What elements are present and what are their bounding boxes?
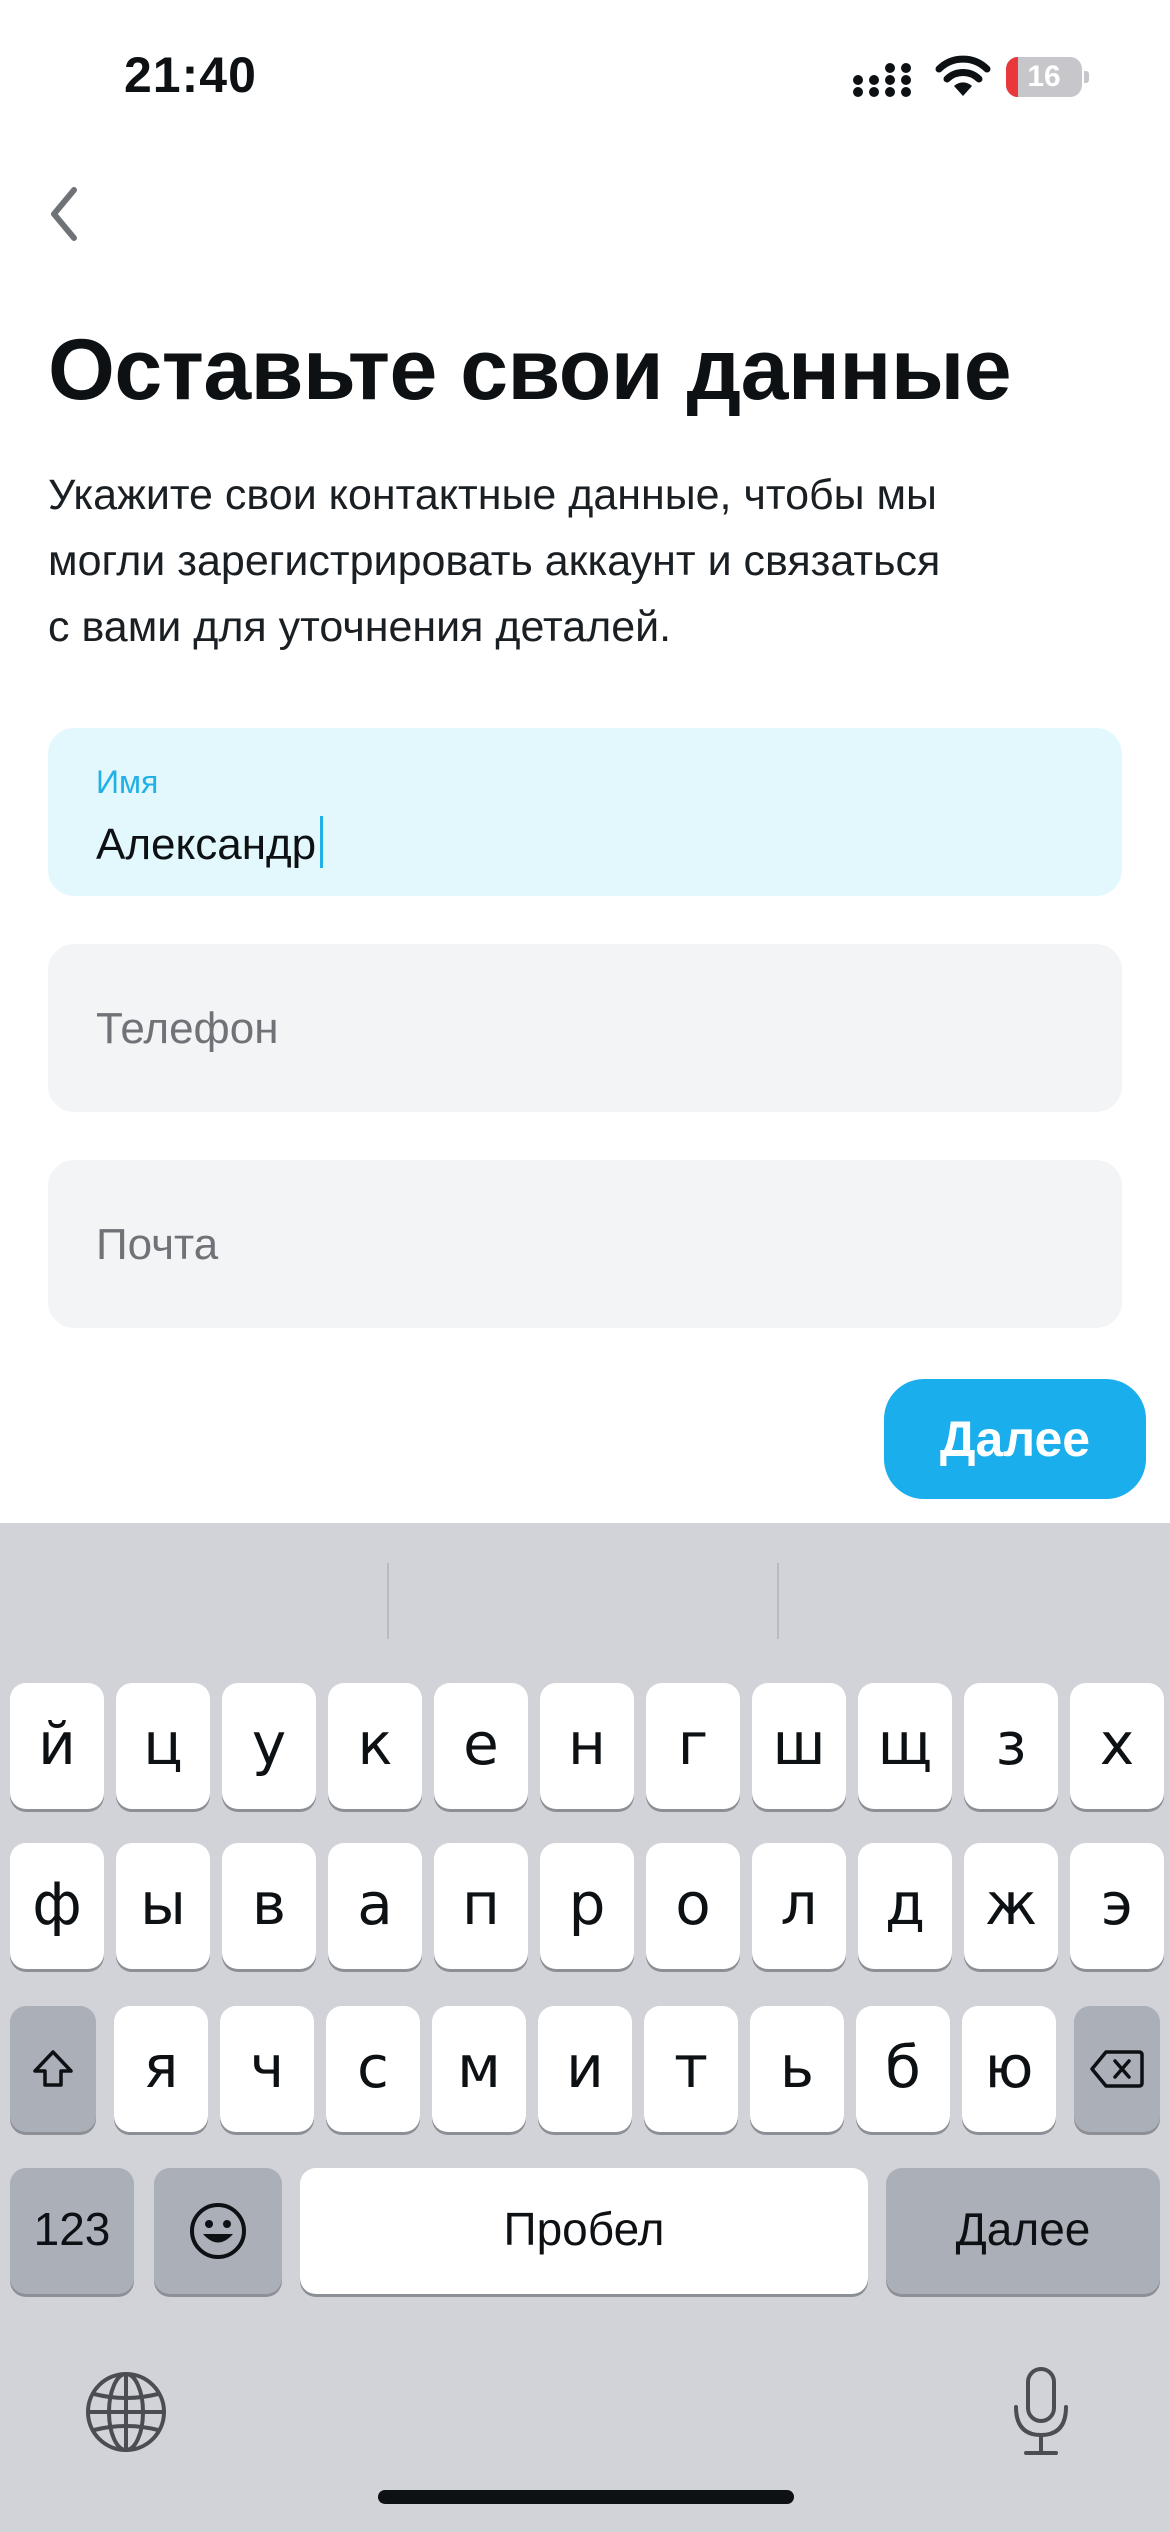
status-bar: 21:40 16 (0, 0, 1170, 150)
text-caret (320, 816, 323, 868)
wifi-icon (935, 55, 991, 96)
key-б[interactable]: б (856, 2006, 950, 2132)
key-ф[interactable]: ф (10, 1843, 104, 1969)
key-ю[interactable]: ю (962, 2006, 1056, 2132)
shift-icon (33, 2050, 73, 2087)
suggestion-divider (387, 1563, 389, 1639)
keyboard: йцукенгшщзх фывапролджэ ячсмитьбю 123 Проб… (0, 1523, 1170, 2532)
key-ь[interactable]: ь (750, 2006, 844, 2132)
key-з[interactable]: з (964, 1683, 1058, 1809)
key-п[interactable]: п (434, 1843, 528, 1969)
battery-level: 16 (1027, 60, 1061, 93)
suggestion-divider (777, 1563, 779, 1639)
battery-icon: 16 (1006, 57, 1090, 97)
backspace-key[interactable] (1074, 2006, 1160, 2132)
key-т[interactable]: т (644, 2006, 738, 2132)
key-э[interactable]: э (1070, 1843, 1164, 1969)
space-key[interactable]: Пробел (300, 2168, 868, 2294)
subtitle-line-3: с вами для уточнения деталей. (48, 603, 672, 651)
backspace-icon (1090, 2050, 1144, 2088)
key-р[interactable]: р (540, 1843, 634, 1969)
page-subtitle: Укажите свои контактные данные, чтобы мы… (48, 462, 1128, 660)
status-time: 21:40 (124, 47, 257, 103)
name-field[interactable]: Имя Александр (48, 728, 1122, 896)
email-field[interactable]: Почта (48, 1160, 1122, 1328)
next-button[interactable]: Далее (884, 1379, 1146, 1499)
key-о[interactable]: о (646, 1843, 740, 1969)
key-к[interactable]: к (328, 1683, 422, 1809)
globe-icon[interactable] (84, 2370, 168, 2454)
microphone-icon[interactable] (1006, 2365, 1076, 2459)
key-х[interactable]: х (1070, 1683, 1164, 1809)
key-ц[interactable]: ц (116, 1683, 210, 1809)
emoji-key[interactable] (154, 2168, 282, 2294)
back-button[interactable] (36, 176, 100, 252)
key-е[interactable]: е (434, 1683, 528, 1809)
name-field-value[interactable]: Александр (96, 820, 316, 870)
key-н[interactable]: н (540, 1683, 634, 1809)
key-щ[interactable]: щ (858, 1683, 952, 1809)
key-ч[interactable]: ч (220, 2006, 314, 2132)
key-д[interactable]: д (858, 1843, 952, 1969)
email-field-placeholder: Почта (96, 1220, 219, 1269)
phone-field-placeholder: Телефон (96, 1004, 279, 1053)
key-в[interactable]: в (222, 1843, 316, 1969)
emoji-icon (190, 2203, 246, 2259)
shift-key[interactable] (10, 2006, 96, 2132)
key-й[interactable]: й (10, 1683, 104, 1809)
home-indicator (378, 2490, 794, 2504)
key-м[interactable]: м (432, 2006, 526, 2132)
numbers-key[interactable]: 123 (10, 2168, 134, 2294)
key-у[interactable]: у (222, 1683, 316, 1809)
key-ж[interactable]: ж (964, 1843, 1058, 1969)
key-а[interactable]: а (328, 1843, 422, 1969)
subtitle-line-1: Укажите свои контактные данные, чтобы мы (48, 471, 937, 519)
key-я[interactable]: я (114, 2006, 208, 2132)
key-с[interactable]: с (326, 2006, 420, 2132)
phone-field[interactable]: Телефон (48, 944, 1122, 1112)
subtitle-line-2: могли зарегистрировать аккаунт и связать… (48, 537, 941, 585)
key-ы[interactable]: ы (116, 1843, 210, 1969)
chevron-left-icon (51, 187, 77, 241)
name-field-label: Имя (96, 764, 159, 800)
key-и[interactable]: и (538, 2006, 632, 2132)
key-л[interactable]: л (752, 1843, 846, 1969)
signal-icon (853, 63, 911, 97)
return-key[interactable]: Далее (886, 2168, 1160, 2294)
key-ш[interactable]: ш (752, 1683, 846, 1809)
key-г[interactable]: г (646, 1683, 740, 1809)
page-title: Оставьте свои данные (48, 322, 1012, 418)
